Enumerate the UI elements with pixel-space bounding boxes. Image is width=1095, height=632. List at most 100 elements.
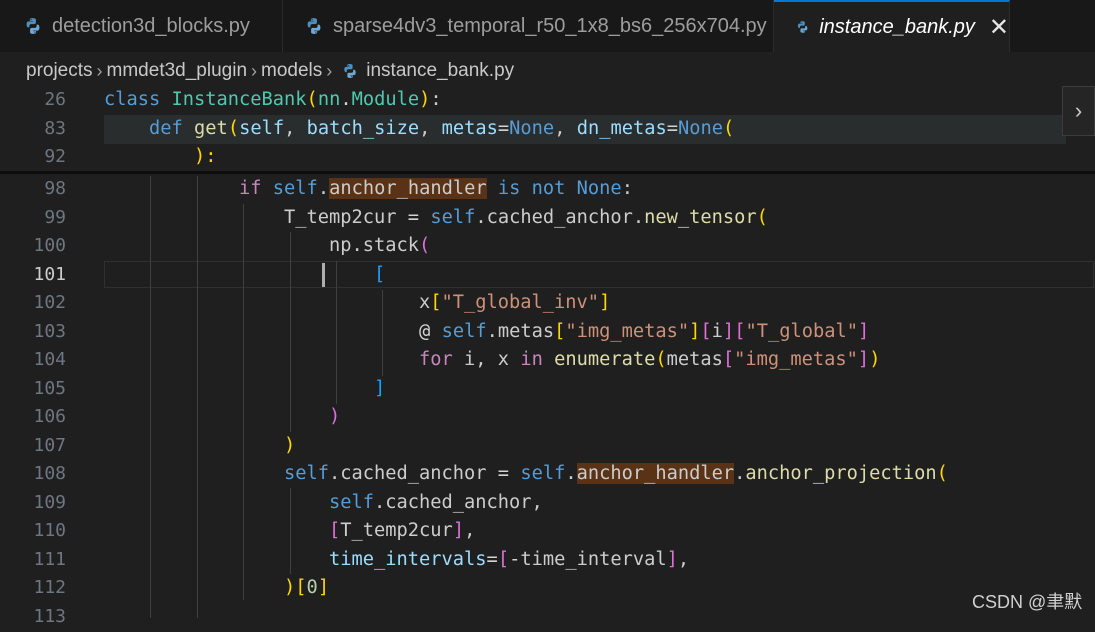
code-token: nn xyxy=(317,89,341,110)
line-number: 113 xyxy=(33,606,66,627)
code-line[interactable]: 111 time_intervals=[-time_interval], xyxy=(0,546,1095,575)
code-token: get xyxy=(194,118,228,139)
code-line[interactable]: 101 [ xyxy=(0,261,1095,290)
line-number: 101 xyxy=(33,264,66,285)
chevron-right-icon[interactable]: › xyxy=(1062,86,1095,136)
code-token: . xyxy=(340,89,352,110)
code-token: batch_size xyxy=(306,118,420,139)
code-token: ) xyxy=(869,349,881,370)
code-token: None xyxy=(677,118,723,139)
tab-label: instance_bank.py xyxy=(819,15,975,38)
code-line[interactable]: 104 for i, x in enumerate(metas["img_met… xyxy=(0,346,1095,375)
code-token: - xyxy=(509,549,521,570)
close-icon[interactable]: ✕ xyxy=(989,13,1009,42)
code-token: metas xyxy=(666,349,723,370)
code-line[interactable]: 102 x["T_global_inv"] xyxy=(0,289,1095,318)
line-number: 107 xyxy=(33,435,66,456)
python-icon xyxy=(797,21,808,33)
line-number: 111 xyxy=(33,549,66,570)
line-number: 112 xyxy=(33,577,66,598)
code-text: ) xyxy=(104,432,295,461)
code-text: time_intervals=[-time_interval], xyxy=(104,546,689,575)
code-token: self xyxy=(329,492,375,513)
code-token: if xyxy=(239,178,262,199)
code-token: = xyxy=(486,549,498,570)
tab-bar: detection3d_blocks.py sparse4dv3_tempora… xyxy=(0,0,1095,52)
line-number: 92 xyxy=(44,146,66,167)
code-text: [ xyxy=(104,261,385,290)
breadcrumb-item-models[interactable]: models xyxy=(261,60,322,82)
code-token: Module xyxy=(351,89,420,110)
code-token: not xyxy=(531,178,566,199)
line-number: 98 xyxy=(44,178,66,199)
text-cursor xyxy=(322,263,325,287)
breadcrumb-item-file[interactable]: instance_bank.py xyxy=(366,60,514,82)
code-line[interactable]: 92 ): xyxy=(0,143,1095,172)
code-token: ( xyxy=(723,118,735,139)
code-token: [ xyxy=(430,292,442,313)
code-token: : xyxy=(621,178,633,199)
code-token: dn_metas xyxy=(576,118,667,139)
code-line[interactable]: 107 ) xyxy=(0,432,1095,461)
code-line[interactable]: 103 @ self.metas["img_metas"][i]["T_glob… xyxy=(0,318,1095,347)
breadcrumb-item-mmdet3d-plugin[interactable]: mmdet3d_plugin xyxy=(107,60,247,82)
code-line[interactable]: 108 self.cached_anchor = self.anchor_han… xyxy=(0,460,1095,489)
code-token: ] xyxy=(857,321,870,342)
python-icon xyxy=(344,64,356,78)
breadcrumb-item-projects[interactable]: projects xyxy=(26,60,93,82)
code-line[interactable]: 83 def get(self, batch_size, metas=None,… xyxy=(0,115,1095,144)
tab-label: detection3d_blocks.py xyxy=(52,14,250,37)
code-token: [ xyxy=(295,577,307,598)
line-number: 83 xyxy=(44,118,66,139)
line-number: 100 xyxy=(33,235,66,256)
code-line[interactable]: 99 T_temp2cur = self.cached_anchor.new_t… xyxy=(0,204,1095,233)
code-editor[interactable]: 26 class InstanceBank(nn.Module): 83 def g… xyxy=(0,86,1095,627)
tab-instance-bank[interactable]: instance_bank.py ✕ xyxy=(774,0,1010,52)
code-line[interactable]: 112 )[0] xyxy=(0,574,1095,603)
code-token: .metas xyxy=(486,321,555,342)
code-token: self xyxy=(430,207,476,228)
code-line[interactable]: 98 if self.anchor_handler is not None: xyxy=(0,175,1095,204)
code-token: "img_metas" xyxy=(734,349,858,370)
code-token: , xyxy=(419,118,442,139)
python-icon xyxy=(26,18,40,34)
code-token: , xyxy=(554,118,577,139)
code-line[interactable]: 109 self.cached_anchor, xyxy=(0,489,1095,518)
tab-detection3d-blocks[interactable]: detection3d_blocks.py xyxy=(0,0,283,52)
code-line[interactable]: 106 ) xyxy=(0,403,1095,432)
code-line[interactable]: 100 np.stack( xyxy=(0,232,1095,261)
code-token: ( xyxy=(936,463,948,484)
code-line[interactable]: 110 [T_temp2cur], xyxy=(0,517,1095,546)
code-token: InstanceBank xyxy=(171,89,307,110)
tab-sparse4dv3-config[interactable]: sparse4dv3_temporal_r50_1x8_bs6_256x704.… xyxy=(283,0,774,52)
code-line[interactable]: 113 xyxy=(0,603,1095,632)
code-token: [ xyxy=(374,264,386,285)
code-text: np.stack( xyxy=(104,232,430,261)
line-number: 110 xyxy=(33,520,66,541)
code-token: ] xyxy=(317,577,330,598)
code-token: T_temp2cur xyxy=(104,207,408,228)
code-token: for xyxy=(419,349,453,370)
code-token: [ xyxy=(497,549,510,570)
code-token: [ xyxy=(329,520,341,541)
code-token: .cached_anchor, xyxy=(374,492,543,513)
code-line[interactable]: 26 class InstanceBank(nn.Module): xyxy=(0,86,1095,115)
code-line[interactable]: 105 ] xyxy=(0,375,1095,404)
code-token: . xyxy=(734,463,746,484)
code-token: ) xyxy=(284,577,296,598)
code-token: ) xyxy=(329,406,341,427)
code-token: ( xyxy=(756,207,768,228)
